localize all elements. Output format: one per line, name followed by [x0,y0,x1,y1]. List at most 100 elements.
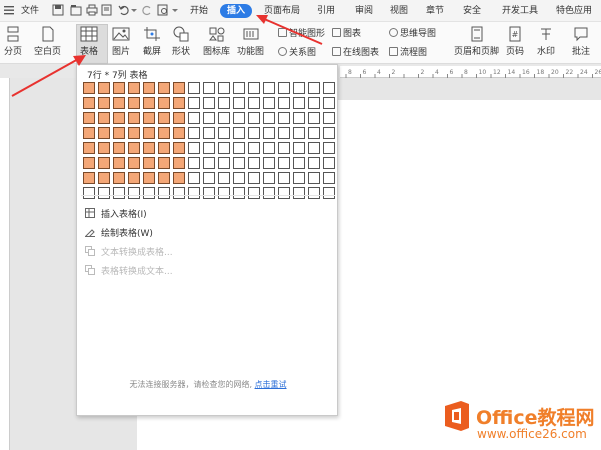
grid-cell[interactable] [128,187,140,199]
grid-cell[interactable] [233,82,245,94]
grid-cell[interactable] [203,187,215,199]
grid-cell[interactable] [248,142,260,154]
grid-cell[interactable] [203,97,215,109]
grid-cell[interactable] [188,172,200,184]
grid-cell[interactable] [188,142,200,154]
text-to-table-item[interactable]: 文本转换成表格... [85,246,173,260]
grid-cell[interactable] [218,82,230,94]
grid-cell[interactable] [218,97,230,109]
grid-cell[interactable] [218,157,230,169]
grid-cell[interactable] [278,82,290,94]
print-icon[interactable] [86,4,98,16]
grid-cell[interactable] [218,187,230,199]
grid-cell[interactable] [263,97,275,109]
grid-cell[interactable] [233,97,245,109]
grid-cell[interactable] [278,187,290,199]
grid-cell[interactable] [263,82,275,94]
grid-cell[interactable] [113,112,125,124]
grid-cell[interactable] [113,82,125,94]
grid-cell[interactable] [128,112,140,124]
grid-cell[interactable] [248,172,260,184]
grid-cell[interactable] [203,127,215,139]
grid-cell[interactable] [323,157,335,169]
grid-cell[interactable] [278,157,290,169]
grid-cell[interactable] [293,82,305,94]
grid-cell[interactable] [98,172,110,184]
grid-cell[interactable] [98,187,110,199]
grid-cell[interactable] [83,97,95,109]
grid-cell[interactable] [233,112,245,124]
grid-cell[interactable] [308,127,320,139]
grid-cell[interactable] [293,97,305,109]
quick-access-dropdown-icon[interactable] [172,4,178,16]
grid-cell[interactable] [248,157,260,169]
grid-cell[interactable] [278,142,290,154]
grid-cell[interactable] [173,142,185,154]
find-icon[interactable] [157,4,169,16]
undo-dropdown-icon[interactable] [131,4,137,16]
grid-cell[interactable] [98,157,110,169]
grid-cell[interactable] [308,157,320,169]
grid-cell[interactable] [218,127,230,139]
grid-cell[interactable] [248,187,260,199]
smart-art-button[interactable]: 智能图形 [278,28,325,40]
flowchart-button[interactable]: 流程图 [389,47,427,59]
grid-cell[interactable] [173,97,185,109]
grid-cell[interactable] [173,127,185,139]
grid-cell[interactable] [203,112,215,124]
grid-cell[interactable] [308,172,320,184]
grid-cell[interactable] [113,187,125,199]
grid-cell[interactable] [323,97,335,109]
relation-chart-button[interactable]: 关系图 [278,47,316,59]
grid-cell[interactable] [173,112,185,124]
screenshot-button[interactable]: 截屏 [143,26,161,57]
watermark-button[interactable]: 水印 [537,26,555,57]
grid-cell[interactable] [263,172,275,184]
grid-cell[interactable] [98,82,110,94]
grid-cell[interactable] [143,172,155,184]
grid-cell[interactable] [158,157,170,169]
grid-cell[interactable] [308,112,320,124]
tab-section[interactable]: 章节 [426,4,444,18]
grid-cell[interactable] [98,127,110,139]
mind-map-button[interactable]: 思维导图 [389,28,436,40]
chart-button[interactable]: 图表 [332,28,361,40]
grid-cell[interactable] [248,82,260,94]
grid-cell[interactable] [158,172,170,184]
grid-cell[interactable] [83,157,95,169]
grid-cell[interactable] [203,142,215,154]
grid-cell[interactable] [113,172,125,184]
grid-cell[interactable] [323,112,335,124]
grid-cell[interactable] [293,112,305,124]
grid-cell[interactable] [188,187,200,199]
grid-cell[interactable] [263,127,275,139]
grid-cell[interactable] [188,97,200,109]
grid-cell[interactable] [83,172,95,184]
grid-cell[interactable] [128,172,140,184]
table-grid-picker[interactable] [83,82,336,202]
shapes-button[interactable]: 形状 [172,26,190,57]
grid-cell[interactable] [128,142,140,154]
grid-cell[interactable] [83,127,95,139]
grid-cell[interactable] [128,82,140,94]
grid-cell[interactable] [83,187,95,199]
grid-cell[interactable] [278,112,290,124]
grid-cell[interactable] [188,127,200,139]
undo-icon[interactable] [118,4,130,16]
grid-cell[interactable] [143,127,155,139]
grid-cell[interactable] [128,97,140,109]
grid-cell[interactable] [323,127,335,139]
grid-cell[interactable] [143,157,155,169]
grid-cell[interactable] [263,112,275,124]
grid-cell[interactable] [143,82,155,94]
picture-button[interactable]: 图片 [112,26,130,57]
grid-cell[interactable] [143,112,155,124]
grid-cell[interactable] [113,157,125,169]
grid-cell[interactable] [173,172,185,184]
grid-cell[interactable] [113,97,125,109]
blank-page-button[interactable]: 空白页 [34,26,61,57]
grid-cell[interactable] [293,172,305,184]
grid-cell[interactable] [173,187,185,199]
hamburger-menu-icon[interactable] [4,5,16,17]
grid-cell[interactable] [308,97,320,109]
